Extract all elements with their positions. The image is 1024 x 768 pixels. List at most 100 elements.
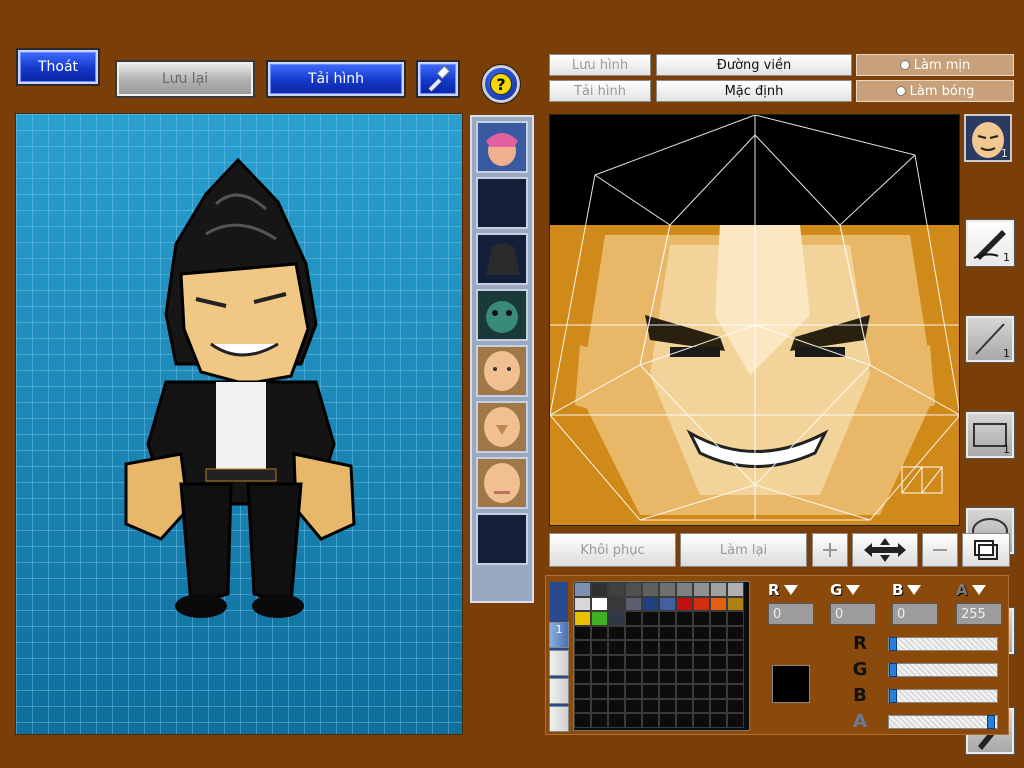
palette-color-cell[interactable] (608, 684, 625, 699)
default-button[interactable]: Mặc định (656, 80, 852, 102)
blue-value-field[interactable]: 0 (892, 603, 938, 625)
save-button[interactable]: Lưu lại (115, 60, 255, 98)
red-slider[interactable] (888, 636, 998, 651)
palette-color-cell[interactable] (625, 596, 642, 612)
palette-color-cell[interactable] (659, 596, 676, 612)
palette-color-cell[interactable] (608, 713, 625, 728)
palette-color-cell[interactable] (591, 625, 608, 641)
palette-color-cell[interactable] (693, 611, 710, 626)
zoom-out-button[interactable] (922, 533, 958, 567)
palette-color-cell[interactable] (659, 698, 676, 714)
palette-color-cell[interactable] (574, 611, 591, 626)
palette-color-cell[interactable] (642, 582, 659, 597)
load-button[interactable]: Tải hình (266, 60, 406, 98)
palette-tab-2[interactable] (549, 650, 569, 676)
palette-color-cell[interactable] (727, 698, 744, 714)
part-slot-character[interactable] (476, 121, 528, 173)
palette-color-cell[interactable] (574, 713, 591, 728)
palette-tab-1[interactable]: 1 (549, 622, 569, 648)
palette-color-cell[interactable] (693, 698, 710, 714)
palette-color-cell[interactable] (676, 596, 693, 612)
palette-color-cell[interactable] (625, 625, 642, 641)
save-image-button[interactable]: Lưu hình (549, 54, 651, 76)
palette-color-cell[interactable] (642, 625, 659, 641)
palette-color-cell[interactable] (625, 640, 642, 655)
palette-color-cell[interactable] (727, 596, 744, 612)
palette-color-cell[interactable] (608, 698, 625, 714)
palette-color-cell[interactable] (608, 654, 625, 670)
exit-button[interactable]: Thoát (16, 48, 100, 86)
palette-color-cell[interactable] (591, 640, 608, 655)
shade-option[interactable]: Làm bóng (856, 80, 1014, 102)
palette-color-cell[interactable] (659, 640, 676, 655)
palette-color-cell[interactable] (727, 654, 744, 670)
redo-button[interactable]: Làm lại (680, 533, 807, 567)
palette-color-cell[interactable] (608, 640, 625, 655)
blue-slider-thumb[interactable] (889, 688, 897, 703)
palette-color-cell[interactable] (693, 669, 710, 685)
palette-tab-3[interactable] (549, 678, 569, 704)
line-tool-button[interactable]: 1 (965, 315, 1015, 363)
palette-color-cell[interactable] (591, 582, 608, 597)
palette-color-cell[interactable] (727, 640, 744, 655)
palette-color-cell[interactable] (710, 684, 727, 699)
palette-color-cell[interactable] (574, 625, 591, 641)
palette-color-cell[interactable] (659, 654, 676, 670)
palette-tab-4[interactable] (549, 706, 569, 732)
part-slot-hair[interactable] (476, 233, 528, 285)
palette-color-cell[interactable] (676, 582, 693, 597)
alpha-channel-dropdown[interactable]: A (956, 580, 1000, 600)
rectangle-tool-button[interactable]: 1 (965, 411, 1015, 459)
palette-color-cell[interactable] (574, 654, 591, 670)
palette-color-cell[interactable] (625, 713, 642, 728)
palette-color-cell[interactable] (727, 582, 744, 597)
zoom-in-button[interactable] (812, 533, 848, 567)
part-slot-face-3[interactable] (476, 457, 528, 509)
palette-color-cell[interactable] (591, 698, 608, 714)
palette-color-cell[interactable] (608, 582, 625, 597)
palette-color-cell[interactable] (608, 625, 625, 641)
palette-color-cell[interactable] (727, 611, 744, 626)
face-preview-thumb[interactable]: 1 (964, 114, 1012, 162)
palette-color-cell[interactable] (625, 582, 642, 597)
palette-color-cell[interactable] (591, 654, 608, 670)
green-channel-dropdown[interactable]: G (830, 580, 874, 600)
palette-color-cell[interactable] (642, 640, 659, 655)
palette-color-cell[interactable] (727, 684, 744, 699)
alpha-slider[interactable] (888, 714, 998, 729)
palette-color-cell[interactable] (574, 582, 591, 597)
palette-color-cell[interactable] (676, 698, 693, 714)
alpha-slider-thumb[interactable] (987, 714, 995, 729)
palette-color-cell[interactable] (591, 611, 608, 626)
load-image-button[interactable]: Tải hình (549, 80, 651, 102)
palette-color-cell[interactable] (642, 654, 659, 670)
palette-color-cell[interactable] (676, 669, 693, 685)
palette-color-cell[interactable] (676, 625, 693, 641)
palette-color-cell[interactable] (710, 654, 727, 670)
palette-grid[interactable] (573, 581, 750, 731)
palette-color-cell[interactable] (676, 684, 693, 699)
alpha-value-field[interactable]: 255 (956, 603, 1002, 625)
palette-color-cell[interactable] (642, 596, 659, 612)
palette-color-cell[interactable] (710, 698, 727, 714)
palette-color-cell[interactable] (659, 625, 676, 641)
blue-channel-dropdown[interactable]: B (892, 580, 936, 600)
palette-color-cell[interactable] (591, 684, 608, 699)
part-slot-empty-2[interactable] (476, 513, 528, 565)
palette-color-cell[interactable] (625, 654, 642, 670)
help-button[interactable]: ? (481, 64, 521, 104)
palette-color-cell[interactable] (710, 625, 727, 641)
palette-color-cell[interactable] (642, 713, 659, 728)
palette-color-cell[interactable] (608, 669, 625, 685)
palette-color-cell[interactable] (574, 684, 591, 699)
palette-color-cell[interactable] (608, 596, 625, 612)
palette-color-cell[interactable] (574, 669, 591, 685)
palette-color-cell[interactable] (659, 713, 676, 728)
smooth-option[interactable]: Làm mịn (856, 54, 1014, 76)
palette-color-cell[interactable] (574, 698, 591, 714)
palette-color-cell[interactable] (693, 654, 710, 670)
palette-color-cell[interactable] (642, 669, 659, 685)
palette-color-cell[interactable] (693, 713, 710, 728)
palette-color-cell[interactable] (693, 684, 710, 699)
palette-color-cell[interactable] (693, 625, 710, 641)
